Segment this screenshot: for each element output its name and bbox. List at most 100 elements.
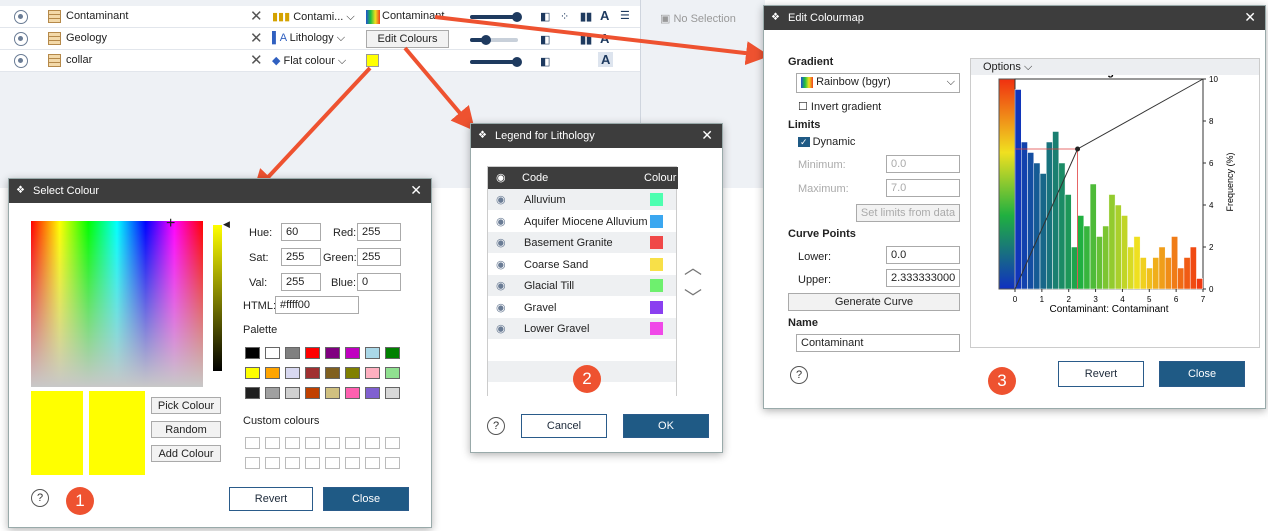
- palette-swatch[interactable]: [365, 387, 380, 399]
- minimum-input[interactable]: 0.0: [886, 155, 960, 173]
- help-icon[interactable]: ?: [487, 417, 505, 435]
- move-down-icon[interactable]: ﹀: [684, 284, 702, 310]
- revert-button[interactable]: Revert: [229, 487, 313, 511]
- custom-colour-slot[interactable]: [245, 457, 260, 469]
- palette-swatch[interactable]: [365, 367, 380, 379]
- palette-swatch[interactable]: [305, 367, 320, 379]
- custom-colour-slot[interactable]: [345, 457, 360, 469]
- red-input[interactable]: 255: [357, 223, 401, 241]
- eye-icon[interactable]: ◉: [496, 322, 506, 335]
- palette-swatch[interactable]: [385, 347, 400, 359]
- close-icon[interactable]: ✕: [1244, 9, 1256, 26]
- palette-swatch[interactable]: [345, 387, 360, 399]
- eye-icon[interactable]: ◉: [496, 279, 506, 292]
- legend-row[interactable]: ◉ Gravel: [488, 296, 676, 318]
- value-pointer-icon[interactable]: ◀: [223, 219, 230, 230]
- legend-colour-swatch[interactable]: [650, 193, 663, 206]
- legend-row[interactable]: ◉ Alluvium: [488, 189, 676, 210]
- custom-colour-slot[interactable]: [305, 457, 320, 469]
- legend-row[interactable]: ◉ Basement Granite: [488, 232, 676, 253]
- legend-colour-swatch[interactable]: [650, 300, 663, 314]
- name-input[interactable]: Contaminant: [796, 334, 960, 352]
- custom-colour-slot[interactable]: [305, 437, 320, 449]
- palette-swatch[interactable]: [305, 387, 320, 399]
- maximum-input[interactable]: 7.0: [886, 179, 960, 197]
- custom-colour-slot[interactable]: [325, 457, 340, 469]
- legend-row[interactable]: ◉ Coarse Sand: [488, 253, 676, 275]
- set-limits-button[interactable]: Set limits from data: [856, 204, 960, 222]
- move-up-icon[interactable]: ︿: [684, 254, 702, 280]
- palette-swatch[interactable]: [265, 367, 280, 379]
- palette-swatch[interactable]: [385, 367, 400, 379]
- hue-input[interactable]: 60: [281, 223, 321, 241]
- options-menu[interactable]: Options ⌵: [971, 59, 1259, 75]
- legend-row[interactable]: ◉ Lower Gravel: [488, 318, 676, 339]
- upper-input[interactable]: 2.333333000: [886, 269, 960, 287]
- custom-colour-slot[interactable]: [345, 437, 360, 449]
- eye-icon[interactable]: ◉: [496, 236, 506, 249]
- legend-colour-swatch[interactable]: [650, 257, 663, 271]
- custom-colour-slot[interactable]: [365, 437, 380, 449]
- eye-icon[interactable]: ◉: [496, 193, 506, 206]
- add-colour-button[interactable]: Add Colour: [151, 445, 221, 462]
- random-button[interactable]: Random: [151, 421, 221, 438]
- palette-swatch[interactable]: [285, 387, 300, 399]
- generate-curve-button[interactable]: Generate Curve: [788, 293, 960, 311]
- custom-colour-slot[interactable]: [385, 437, 400, 449]
- revert-button[interactable]: Revert: [1058, 361, 1144, 387]
- blue-input[interactable]: 0: [357, 273, 401, 291]
- close-button[interactable]: Close: [323, 487, 409, 511]
- eye-icon[interactable]: ◉: [496, 258, 506, 271]
- close-icon[interactable]: ✕: [701, 127, 713, 144]
- lower-input[interactable]: 0.0: [886, 246, 960, 264]
- html-input[interactable]: #ffff00: [275, 296, 359, 314]
- val-input[interactable]: 255: [281, 273, 321, 291]
- custom-colour-slot[interactable]: [365, 457, 380, 469]
- palette-swatch[interactable]: [285, 367, 300, 379]
- palette-swatch[interactable]: [345, 367, 360, 379]
- dynamic-checkbox[interactable]: ✓ Dynamic: [798, 136, 855, 148]
- help-icon[interactable]: ?: [31, 489, 49, 507]
- palette-swatch[interactable]: [245, 387, 260, 399]
- palette-swatch[interactable]: [345, 347, 360, 359]
- palette-swatch[interactable]: [325, 387, 340, 399]
- palette-swatch[interactable]: [325, 347, 340, 359]
- palette-swatch[interactable]: [285, 347, 300, 359]
- custom-colour-slot[interactable]: [285, 457, 300, 469]
- close-button[interactable]: Close: [1159, 361, 1245, 387]
- custom-colour-slot[interactable]: [385, 457, 400, 469]
- crosshair-icon[interactable]: +: [166, 215, 175, 233]
- cancel-button[interactable]: Cancel: [521, 414, 607, 438]
- invert-checkbox[interactable]: ☐ Invert gradient: [798, 100, 881, 113]
- sat-input[interactable]: 255: [281, 248, 321, 266]
- colour-spectrum[interactable]: [31, 221, 203, 387]
- custom-colour-slot[interactable]: [265, 457, 280, 469]
- help-icon[interactable]: ?: [790, 366, 808, 384]
- custom-colour-slot[interactable]: [325, 437, 340, 449]
- pick-colour-button[interactable]: Pick Colour: [151, 397, 221, 414]
- palette-swatch[interactable]: [365, 347, 380, 359]
- ok-button[interactable]: OK: [623, 414, 709, 438]
- custom-colour-slot[interactable]: [245, 437, 260, 449]
- palette-swatch[interactable]: [265, 347, 280, 359]
- legend-row[interactable]: ◉ Aquifer Miocene Alluvium: [488, 210, 676, 232]
- palette-swatch[interactable]: [265, 387, 280, 399]
- legend-row[interactable]: ◉ Glacial Till: [488, 275, 676, 296]
- palette-swatch[interactable]: [325, 367, 340, 379]
- palette-swatch[interactable]: [245, 367, 260, 379]
- green-input[interactable]: 255: [357, 248, 401, 266]
- palette-swatch[interactable]: [305, 347, 320, 359]
- palette-swatch[interactable]: [385, 387, 400, 399]
- value-slider[interactable]: [213, 225, 222, 371]
- gradient-select[interactable]: Rainbow (bgyr) ⌵: [796, 73, 960, 93]
- legend-colour-swatch[interactable]: [650, 322, 663, 335]
- custom-colour-slot[interactable]: [285, 437, 300, 449]
- legend-colour-swatch[interactable]: [650, 279, 663, 292]
- eye-icon[interactable]: ◉: [496, 301, 506, 314]
- eye-icon[interactable]: ◉: [496, 215, 506, 228]
- legend-colour-swatch[interactable]: [650, 236, 663, 249]
- custom-colour-slot[interactable]: [265, 437, 280, 449]
- legend-colour-swatch[interactable]: [650, 214, 663, 228]
- close-icon[interactable]: ✕: [410, 182, 422, 199]
- palette-swatch[interactable]: [245, 347, 260, 359]
